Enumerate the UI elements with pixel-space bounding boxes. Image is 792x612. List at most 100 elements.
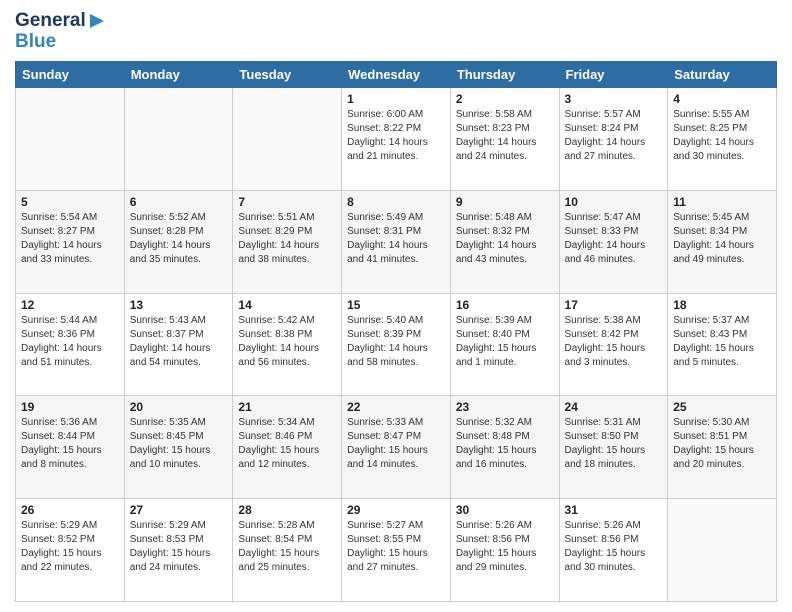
calendar-cell: 23Sunrise: 5:32 AMSunset: 8:48 PMDayligh… bbox=[450, 396, 559, 499]
day-number: 12 bbox=[21, 298, 119, 312]
calendar-cell: 6 Sunrise: 5:52 AMSunset: 8:28 PMDaylight… bbox=[124, 190, 233, 293]
day-info: Sunrise: 5:44 AMSunset: 8:36 PMDaylight:… bbox=[21, 314, 119, 370]
page: General Blue SundayMondayTuesdayWednesda… bbox=[0, 0, 792, 612]
day-number: 18 bbox=[673, 298, 771, 312]
day-info: Sunrise: 5:29 AMSunset: 8:52 PMDaylight:… bbox=[21, 519, 119, 575]
day-number: 8 bbox=[347, 195, 445, 209]
day-number: 21 bbox=[238, 400, 336, 414]
calendar-cell: 30Sunrise: 5:26 AMSunset: 8:56 PMDayligh… bbox=[450, 499, 559, 602]
calendar-week-row: 26 Sunrise: 5:29 AMSunset: 8:52 PMDayligh… bbox=[16, 499, 777, 602]
calendar-cell: 18 Sunrise: 5:37 AMSunset: 8:43 PMDayligh… bbox=[668, 293, 777, 396]
day-number: 5 bbox=[21, 195, 119, 209]
calendar-cell: 1 Sunrise: 6:00 AMSunset: 8:22 PMDaylight… bbox=[342, 87, 451, 190]
day-number: 29 bbox=[347, 503, 445, 517]
calendar-cell: 25 Sunrise: 5:30 AMSunset: 8:51 PMDayligh… bbox=[668, 396, 777, 499]
day-number: 6 bbox=[130, 195, 228, 209]
day-number: 19 bbox=[21, 400, 119, 414]
calendar-cell: 12 Sunrise: 5:44 AMSunset: 8:36 PMDayligh… bbox=[16, 293, 125, 396]
calendar-cell: 21 Sunrise: 5:34 AMSunset: 8:46 PMDayligh… bbox=[233, 396, 342, 499]
day-number: 4 bbox=[673, 92, 771, 106]
calendar-week-row: 12 Sunrise: 5:44 AMSunset: 8:36 PMDayligh… bbox=[16, 293, 777, 396]
day-info: Sunrise: 5:33 AMSunset: 8:47 PMDaylight:… bbox=[347, 416, 445, 472]
day-info: Sunrise: 5:26 AMSunset: 8:56 PMDaylight:… bbox=[456, 519, 554, 575]
calendar-header-row: SundayMondayTuesdayWednesdayThursdayFrid… bbox=[16, 61, 777, 87]
calendar-cell: 15 Sunrise: 5:40 AMSunset: 8:39 PMDayligh… bbox=[342, 293, 451, 396]
day-info: Sunrise: 5:34 AMSunset: 8:46 PMDaylight:… bbox=[238, 416, 336, 472]
calendar-cell: 8 Sunrise: 5:49 AMSunset: 8:31 PMDaylight… bbox=[342, 190, 451, 293]
day-info: Sunrise: 5:28 AMSunset: 8:54 PMDaylight:… bbox=[238, 519, 336, 575]
day-number: 20 bbox=[130, 400, 228, 414]
day-info: Sunrise: 5:36 AMSunset: 8:44 PMDaylight:… bbox=[21, 416, 119, 472]
day-info: Sunrise: 5:32 AMSunset: 8:48 PMDaylight:… bbox=[456, 416, 554, 472]
logo-arrow-icon bbox=[86, 10, 108, 32]
day-number: 22 bbox=[347, 400, 445, 414]
day-info: Sunrise: 5:30 AMSunset: 8:51 PMDaylight:… bbox=[673, 416, 771, 472]
calendar-cell: 11 Sunrise: 5:45 AMSunset: 8:34 PMDayligh… bbox=[668, 190, 777, 293]
day-number: 11 bbox=[673, 195, 771, 209]
header: General Blue bbox=[15, 10, 777, 53]
day-info: Sunrise: 5:40 AMSunset: 8:39 PMDaylight:… bbox=[347, 314, 445, 370]
day-info: Sunrise: 5:58 AMSunset: 8:23 PMDaylight:… bbox=[456, 108, 554, 164]
col-header-monday: Monday bbox=[124, 61, 233, 87]
day-info: Sunrise: 5:31 AMSunset: 8:50 PMDaylight:… bbox=[565, 416, 663, 472]
day-number: 13 bbox=[130, 298, 228, 312]
calendar-week-row: 19 Sunrise: 5:36 AMSunset: 8:44 PMDayligh… bbox=[16, 396, 777, 499]
calendar-cell: 20 Sunrise: 5:35 AMSunset: 8:45 PMDayligh… bbox=[124, 396, 233, 499]
day-info: Sunrise: 5:37 AMSunset: 8:43 PMDaylight:… bbox=[673, 314, 771, 370]
calendar-cell bbox=[668, 499, 777, 602]
calendar-table: SundayMondayTuesdayWednesdayThursdayFrid… bbox=[15, 61, 777, 602]
col-header-tuesday: Tuesday bbox=[233, 61, 342, 87]
day-number: 9 bbox=[456, 195, 554, 209]
day-number: 31 bbox=[565, 503, 663, 517]
logo: General Blue bbox=[15, 10, 108, 53]
col-header-wednesday: Wednesday bbox=[342, 61, 451, 87]
calendar-cell: 9Sunrise: 5:48 AMSunset: 8:32 PMDaylight… bbox=[450, 190, 559, 293]
col-header-saturday: Saturday bbox=[668, 61, 777, 87]
calendar-week-row: 1 Sunrise: 6:00 AMSunset: 8:22 PMDaylight… bbox=[16, 87, 777, 190]
calendar-cell: 28Sunrise: 5:28 AMSunset: 8:54 PMDayligh… bbox=[233, 499, 342, 602]
day-info: Sunrise: 5:39 AMSunset: 8:40 PMDaylight:… bbox=[456, 314, 554, 370]
calendar-cell: 26 Sunrise: 5:29 AMSunset: 8:52 PMDayligh… bbox=[16, 499, 125, 602]
calendar-cell: 17 Sunrise: 5:38 AMSunset: 8:42 PMDayligh… bbox=[559, 293, 668, 396]
day-info: Sunrise: 5:42 AMSunset: 8:38 PMDaylight:… bbox=[238, 314, 336, 370]
day-number: 1 bbox=[347, 92, 445, 106]
day-number: 25 bbox=[673, 400, 771, 414]
col-header-friday: Friday bbox=[559, 61, 668, 87]
day-number: 2 bbox=[456, 92, 554, 106]
calendar-cell: 2 Sunrise: 5:58 AMSunset: 8:23 PMDaylight… bbox=[450, 87, 559, 190]
day-info: Sunrise: 5:52 AMSunset: 8:28 PMDaylight:… bbox=[130, 211, 228, 267]
calendar-cell: 16Sunrise: 5:39 AMSunset: 8:40 PMDayligh… bbox=[450, 293, 559, 396]
calendar-cell: 13 Sunrise: 5:43 AMSunset: 8:37 PMDayligh… bbox=[124, 293, 233, 396]
calendar-cell bbox=[16, 87, 125, 190]
day-number: 17 bbox=[565, 298, 663, 312]
day-info: Sunrise: 5:55 AMSunset: 8:25 PMDaylight:… bbox=[673, 108, 771, 164]
calendar-cell: 7Sunrise: 5:51 AMSunset: 8:29 PMDaylight… bbox=[233, 190, 342, 293]
calendar-cell bbox=[124, 87, 233, 190]
calendar-cell: 4 Sunrise: 5:55 AMSunset: 8:25 PMDaylight… bbox=[668, 87, 777, 190]
day-number: 14 bbox=[238, 298, 336, 312]
logo-general: General bbox=[15, 10, 108, 32]
day-info: Sunrise: 5:43 AMSunset: 8:37 PMDaylight:… bbox=[130, 314, 228, 370]
calendar-cell: 10Sunrise: 5:47 AMSunset: 8:33 PMDayligh… bbox=[559, 190, 668, 293]
col-header-thursday: Thursday bbox=[450, 61, 559, 87]
calendar-cell: 14 Sunrise: 5:42 AMSunset: 8:38 PMDayligh… bbox=[233, 293, 342, 396]
day-number: 3 bbox=[565, 92, 663, 106]
day-info: Sunrise: 5:47 AMSunset: 8:33 PMDaylight:… bbox=[565, 211, 663, 267]
calendar-cell: 5 Sunrise: 5:54 AMSunset: 8:27 PMDaylight… bbox=[16, 190, 125, 293]
day-info: Sunrise: 5:49 AMSunset: 8:31 PMDaylight:… bbox=[347, 211, 445, 267]
day-info: Sunrise: 5:45 AMSunset: 8:34 PMDaylight:… bbox=[673, 211, 771, 267]
calendar-cell: 19 Sunrise: 5:36 AMSunset: 8:44 PMDayligh… bbox=[16, 396, 125, 499]
calendar-cell: 22 Sunrise: 5:33 AMSunset: 8:47 PMDayligh… bbox=[342, 396, 451, 499]
day-info: Sunrise: 5:35 AMSunset: 8:45 PMDaylight:… bbox=[130, 416, 228, 472]
day-number: 15 bbox=[347, 298, 445, 312]
day-info: Sunrise: 5:54 AMSunset: 8:27 PMDaylight:… bbox=[21, 211, 119, 267]
day-info: Sunrise: 5:29 AMSunset: 8:53 PMDaylight:… bbox=[130, 519, 228, 575]
day-info: Sunrise: 5:57 AMSunset: 8:24 PMDaylight:… bbox=[565, 108, 663, 164]
col-header-sunday: Sunday bbox=[16, 61, 125, 87]
day-info: Sunrise: 5:38 AMSunset: 8:42 PMDaylight:… bbox=[565, 314, 663, 370]
calendar-cell: 29Sunrise: 5:27 AMSunset: 8:55 PMDayligh… bbox=[342, 499, 451, 602]
day-number: 24 bbox=[565, 400, 663, 414]
day-info: Sunrise: 6:00 AMSunset: 8:22 PMDaylight:… bbox=[347, 108, 445, 164]
calendar-cell: 31Sunrise: 5:26 AMSunset: 8:56 PMDayligh… bbox=[559, 499, 668, 602]
day-number: 26 bbox=[21, 503, 119, 517]
